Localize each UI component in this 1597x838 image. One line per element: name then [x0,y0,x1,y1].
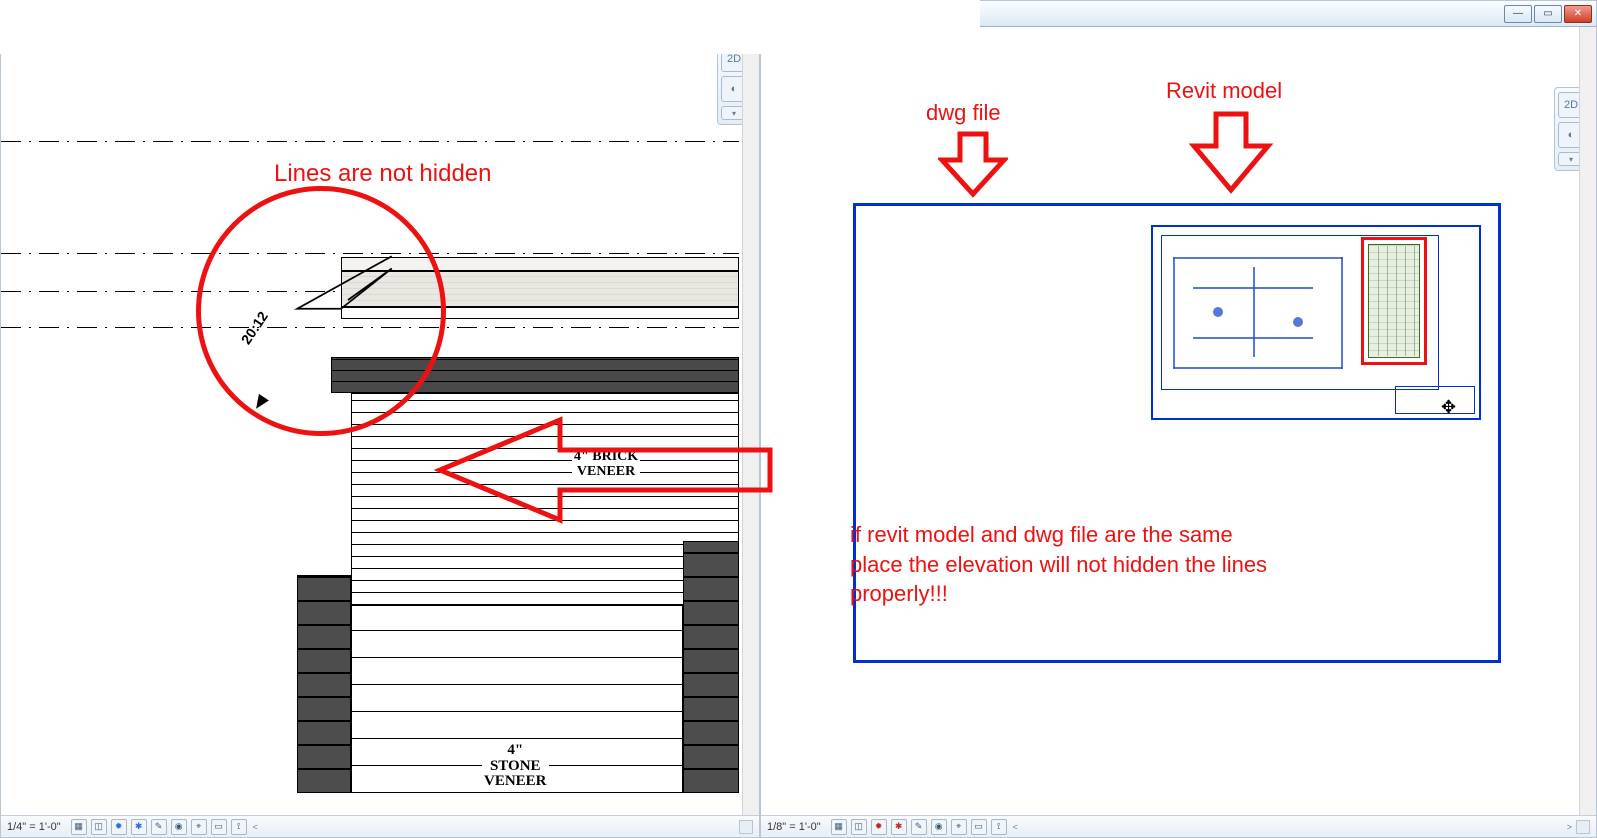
revit-model-marker [1361,237,1427,365]
status-more-icon[interactable]: < [253,822,258,832]
right-canvas[interactable]: ✥ 2D ◐ ▾ [761,27,1596,815]
reveal-hidden-icon[interactable]: ⟟ [991,819,1007,835]
annotation-down-arrow-dwg-icon [938,130,1008,200]
status-more-icon[interactable]: < [1013,822,1018,832]
crop-visible-icon[interactable]: ◉ [171,819,187,835]
reveal-hidden-icon[interactable]: ⟟ [231,819,247,835]
pin-icon[interactable]: ⌖ [951,819,967,835]
vertical-scrollbar[interactable] [1579,27,1596,815]
shadows-icon[interactable]: ✱ [891,819,907,835]
maximize-button[interactable]: ▭ [1534,5,1562,23]
temp-hide-icon[interactable]: ▭ [211,819,227,835]
dwg-sheet [1151,225,1481,420]
scale-readout[interactable]: 1/4" = 1'-0" [7,821,61,833]
annotation-big-arrow-icon [440,420,780,545]
model-graphics-icon[interactable]: ▦ [71,819,87,835]
sun-path-icon[interactable]: ✹ [871,819,887,835]
stone-pillar-left [297,575,351,793]
model-graphics-icon[interactable]: ▦ [831,819,847,835]
close-button[interactable]: ✕ [1564,5,1592,23]
annotation-circle [196,186,446,436]
crop-icon[interactable]: ✎ [911,819,927,835]
right-statusbar: 1/8" = 1'-0" ▦ ◫ ✹ ✱ ✎ ◉ ⌖ ▭ ⟟ < > [761,815,1596,837]
annotation-down-arrow-revit-icon [1188,110,1274,196]
resize-grip-icon[interactable] [739,820,753,834]
stone-label: 4" STONE VENEER [482,743,549,790]
left-statusbar: 1/4" = 1'-0" ▦ ◫ ✹ ✱ ✎ ◉ ⌖ ▭ ⟟ < [1,815,759,837]
temp-hide-icon[interactable]: ▭ [971,819,987,835]
pin-icon[interactable]: ⌖ [191,819,207,835]
stone-veneer: 4" STONE VENEER [351,605,683,793]
scale-readout[interactable]: 1/8" = 1'-0" [767,821,821,833]
sun-path-icon[interactable]: ✹ [111,819,127,835]
move-cursor-icon: ✥ [1441,397,1456,418]
hscroll-right-icon[interactable]: > [1567,822,1572,832]
hidden-line-icon[interactable]: ◫ [91,819,107,835]
crop-visible-icon[interactable]: ◉ [931,819,947,835]
vertical-scrollbar[interactable] [742,1,759,815]
resize-grip-icon[interactable] [1576,820,1590,834]
stone-pillar-right [683,541,739,793]
crop-icon[interactable]: ✎ [151,819,167,835]
minimize-button[interactable]: — [1504,5,1532,23]
shadows-icon[interactable]: ✱ [131,819,147,835]
window-titlebar: — ▭ ✕ [761,1,1596,27]
right-view-pane: — ▭ ✕ [760,0,1597,838]
hidden-line-icon[interactable]: ◫ [851,819,867,835]
